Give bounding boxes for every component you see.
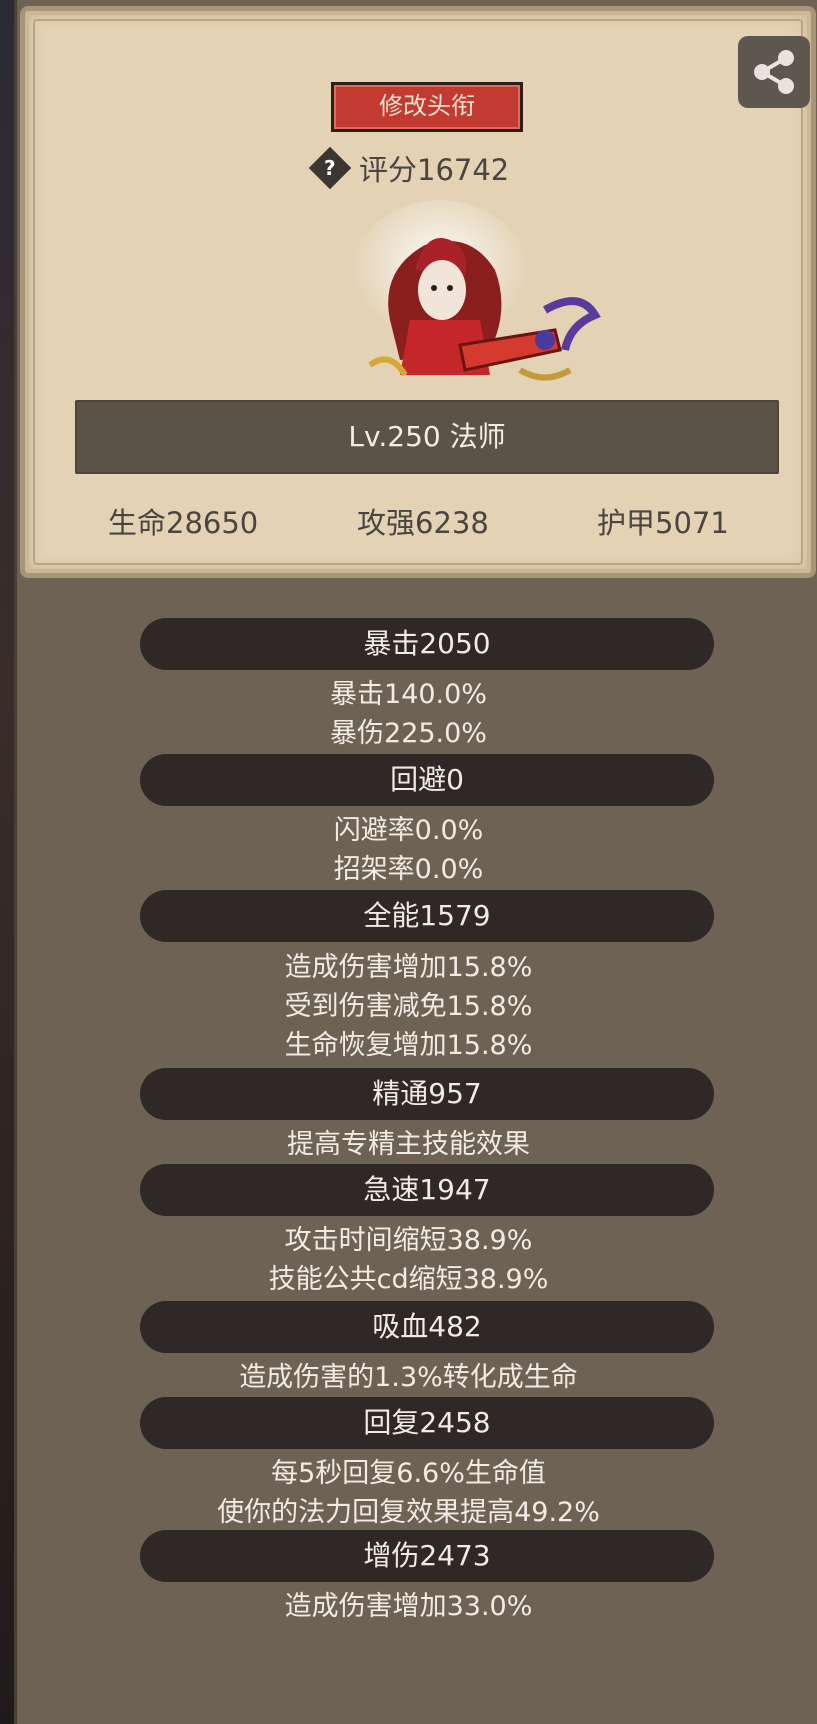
section-header-crit: 暴击2050 [140, 618, 714, 670]
section-detail: 生命恢复增加15.8% [284, 1030, 533, 1061]
section-detail: 造成伤害的1.3%转化成生命 [239, 1362, 578, 1393]
section-title: 增伤2473 [363, 1539, 491, 1572]
section-header-damage-bonus: 增伤2473 [140, 1530, 714, 1582]
section-detail: 攻击时间缩短38.9% [284, 1225, 533, 1256]
level-class-banner: Lv.250 法师 [75, 400, 779, 474]
section-detail: 招架率0.0% [333, 854, 484, 885]
section-title: 急速1947 [363, 1173, 491, 1206]
section-detail: 造成伤害增加33.0% [284, 1591, 533, 1622]
share-button[interactable] [738, 36, 810, 108]
section-header-avoidance: 回避0 [140, 754, 714, 806]
base-stats-row: 生命28650 攻强6238 护甲5071 [60, 500, 760, 544]
section-detail: 闪避率0.0% [333, 815, 484, 846]
section-title: 回复2458 [363, 1406, 491, 1439]
section-detail: 暴击140.0% [330, 679, 487, 710]
section-title: 精通957 [372, 1077, 482, 1110]
share-icon [754, 50, 794, 94]
score-row: ? 评分16742 [308, 146, 510, 190]
stat-hp: 生命28650 [108, 506, 259, 540]
section-header-haste: 急速1947 [140, 1164, 714, 1216]
section-detail: 使你的法力回复效果提高49.2% [217, 1497, 600, 1528]
hero-portrait [350, 200, 601, 381]
section-title: 暴击2050 [363, 627, 491, 660]
section-header-lifesteal: 吸血482 [140, 1301, 714, 1353]
section-detail: 提高专精主技能效果 [287, 1129, 530, 1160]
section-header-regen: 回复2458 [140, 1397, 714, 1449]
score-label: 评分16742 [359, 153, 510, 187]
section-header-mastery: 精通957 [140, 1068, 714, 1120]
section-detail: 暴伤225.0% [330, 718, 487, 749]
section-title: 吸血482 [372, 1310, 482, 1343]
edit-title-button[interactable]: 修改头衔 [331, 82, 523, 132]
section-detail: 技能公共cd缩短38.9% [268, 1264, 549, 1295]
question-diamond-icon[interactable]: ? [308, 146, 352, 190]
section-title: 回避0 [390, 763, 464, 796]
section-title: 全能1579 [363, 899, 491, 932]
section-detail: 造成伤害增加15.8% [284, 952, 533, 983]
section-header-versatility: 全能1579 [140, 890, 714, 942]
stat-attack-power: 攻强6238 [357, 506, 489, 540]
stat-armor: 护甲5071 [597, 506, 729, 540]
section-detail: 每5秒回复6.6%生命值 [271, 1458, 546, 1489]
section-detail: 受到伤害减免15.8% [284, 991, 533, 1022]
